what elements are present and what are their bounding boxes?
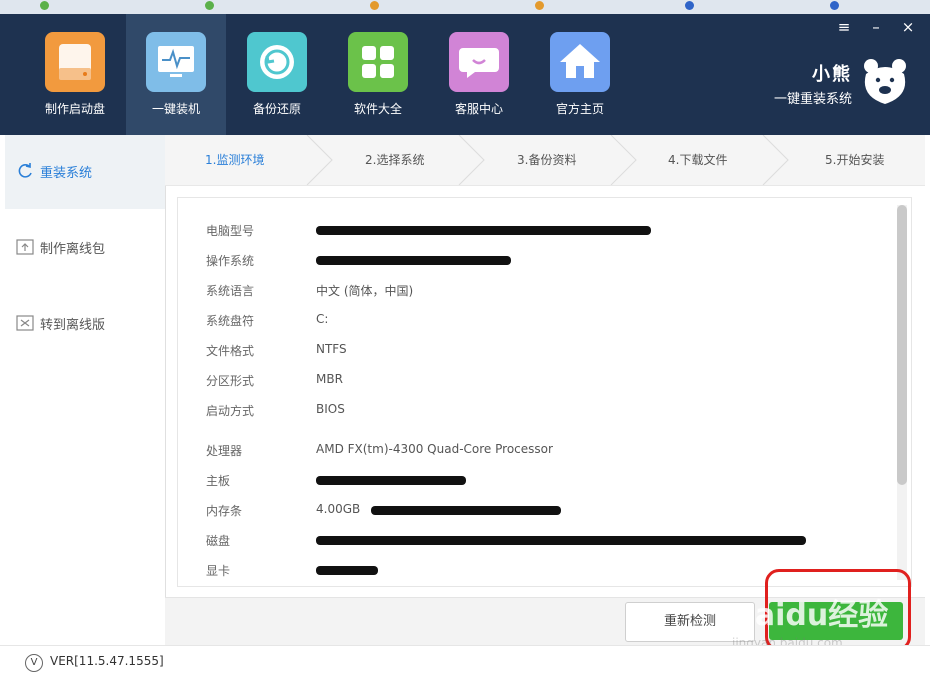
nav-label: 备份还原 (252, 102, 301, 116)
status-bar: V VER[11.5.47.1555] (0, 645, 930, 681)
info-key: 分区形式 (206, 374, 255, 388)
browser-tab[interactable] (205, 0, 218, 14)
sidebar-item-offline-pack[interactable]: 制作离线包 (5, 211, 165, 285)
nav-label: 制作启动盘 (44, 102, 105, 116)
info-key: 启动方式 (206, 404, 255, 418)
scrollbar[interactable] (897, 205, 907, 580)
nav-label: 官方主页 (555, 102, 604, 116)
environment-info-panel: 电脑型号 操作系统 系统语言 中文 (简体，中国) 系统盘符 C: 文件格式 N… (177, 197, 912, 587)
redacted-value (316, 256, 511, 265)
version-text: VER[11.5.47.1555] (50, 654, 164, 668)
monitor-pulse-icon (146, 32, 206, 92)
step-backup-data: 3.备份资料 (517, 153, 577, 167)
nav-one-click-install[interactable]: 一键装机 (126, 14, 226, 135)
refresh-icon (16, 162, 34, 180)
info-row-model: 电脑型号 (206, 222, 906, 242)
info-key: 主板 (206, 474, 231, 488)
info-key: 操作系统 (206, 254, 255, 268)
apps-grid-icon (348, 32, 408, 92)
info-row-boot-mode: 启动方式 BIOS (206, 402, 906, 422)
usb-drive-icon (45, 32, 105, 92)
step-download-files: 4.下载文件 (668, 153, 728, 167)
nav-backup-restore[interactable]: 备份还原 (227, 14, 327, 135)
info-value: BIOS (316, 402, 345, 416)
redacted-value (371, 506, 561, 515)
info-key: 电脑型号 (206, 224, 255, 238)
nav-label: 一键装机 (151, 102, 200, 116)
redacted-value (316, 536, 806, 545)
info-value: 4.00GB (316, 502, 361, 516)
info-key: 显卡 (206, 564, 231, 578)
restore-icon (247, 32, 307, 92)
nav-label: 软件大全 (353, 102, 402, 116)
brand-title: 小熊 (812, 64, 852, 85)
info-row-cpu: 处理器 AMD FX(tm)-4300 Quad-Core Processor (206, 442, 906, 462)
sidebar-item-label: 重装系统 (40, 166, 93, 181)
info-key: 磁盘 (206, 534, 231, 548)
sidebar-item-label: 制作离线包 (40, 242, 106, 257)
nav-software[interactable]: 软件大全 (328, 14, 428, 135)
info-row-filesystem: 文件格式 NTFS (206, 342, 906, 362)
info-row-drive: 系统盘符 C: (206, 312, 906, 332)
menu-button[interactable]: ≡ (832, 16, 856, 38)
browser-tab[interactable] (370, 0, 383, 14)
info-row-os: 操作系统 (206, 252, 906, 272)
info-row-language: 系统语言 中文 (简体，中国) (206, 282, 906, 302)
minimize-button[interactable]: – (864, 16, 888, 38)
step-start-install: 5.开始安装 (825, 153, 885, 167)
info-key: 系统语言 (206, 284, 255, 298)
version-v-icon: V (25, 654, 43, 672)
redacted-value (316, 226, 651, 235)
browser-tab[interactable] (40, 0, 53, 14)
close-button[interactable]: × (896, 16, 920, 38)
brand: 小熊 一键重装系统 (774, 60, 852, 107)
info-row-partition: 分区形式 MBR (206, 372, 906, 392)
switch-box-icon (16, 314, 34, 332)
browser-tab[interactable] (535, 0, 548, 14)
info-key: 系统盘符 (206, 314, 255, 328)
steps-bar: 1.监测环境 2.选择系统 3.备份资料 4.下载文件 5.开始安装 (165, 135, 925, 186)
info-value: C: (316, 312, 329, 326)
step-select-system: 2.选择系统 (365, 153, 425, 167)
nav-support[interactable]: 客服中心 (429, 14, 529, 135)
nav-label: 客服中心 (454, 102, 503, 116)
chat-bubble-icon (449, 32, 509, 92)
bear-icon (862, 56, 908, 106)
sidebar-item-offline-version[interactable]: 转到离线版 (5, 287, 165, 361)
info-value: 中文 (简体，中国) (316, 284, 414, 298)
info-row-disk: 磁盘 (206, 532, 906, 552)
brand-subtitle: 一键重装系统 (773, 92, 852, 107)
browser-tab-strip (0, 0, 930, 14)
scrollbar-thumb[interactable] (897, 205, 907, 485)
sidebar-item-reinstall[interactable]: 重装系统 (5, 135, 165, 209)
browser-tab[interactable] (685, 0, 698, 14)
sidebar-item-label: 转到离线版 (40, 318, 106, 333)
info-value: MBR (316, 372, 343, 386)
nav-make-boot-disk[interactable]: 制作启动盘 (25, 14, 125, 135)
home-icon (550, 32, 610, 92)
sidebar: 重装系统 制作离线包 转到离线版 (5, 135, 166, 645)
info-value: AMD FX(tm)-4300 Quad-Core Processor (316, 442, 553, 456)
info-key: 文件格式 (206, 344, 255, 358)
nav-homepage[interactable]: 官方主页 (530, 14, 630, 135)
redacted-value (316, 566, 378, 575)
info-key: 处理器 (206, 444, 243, 458)
upload-box-icon (16, 238, 34, 256)
info-value: NTFS (316, 342, 347, 356)
step-check-environment: 1.监测环境 (205, 153, 265, 167)
info-row-motherboard: 主板 (206, 472, 906, 492)
app-header: ≡ – × 制作启动盘 一键装机 备份还原 软件大全 客服中心 官方主页 小熊 … (0, 14, 930, 135)
info-key: 内存条 (206, 504, 243, 518)
browser-tab[interactable] (830, 0, 843, 14)
watermark-logo: Baidu经验 (732, 598, 889, 633)
redacted-value (316, 476, 466, 485)
info-row-memory: 内存条 4.00GB (206, 502, 906, 522)
